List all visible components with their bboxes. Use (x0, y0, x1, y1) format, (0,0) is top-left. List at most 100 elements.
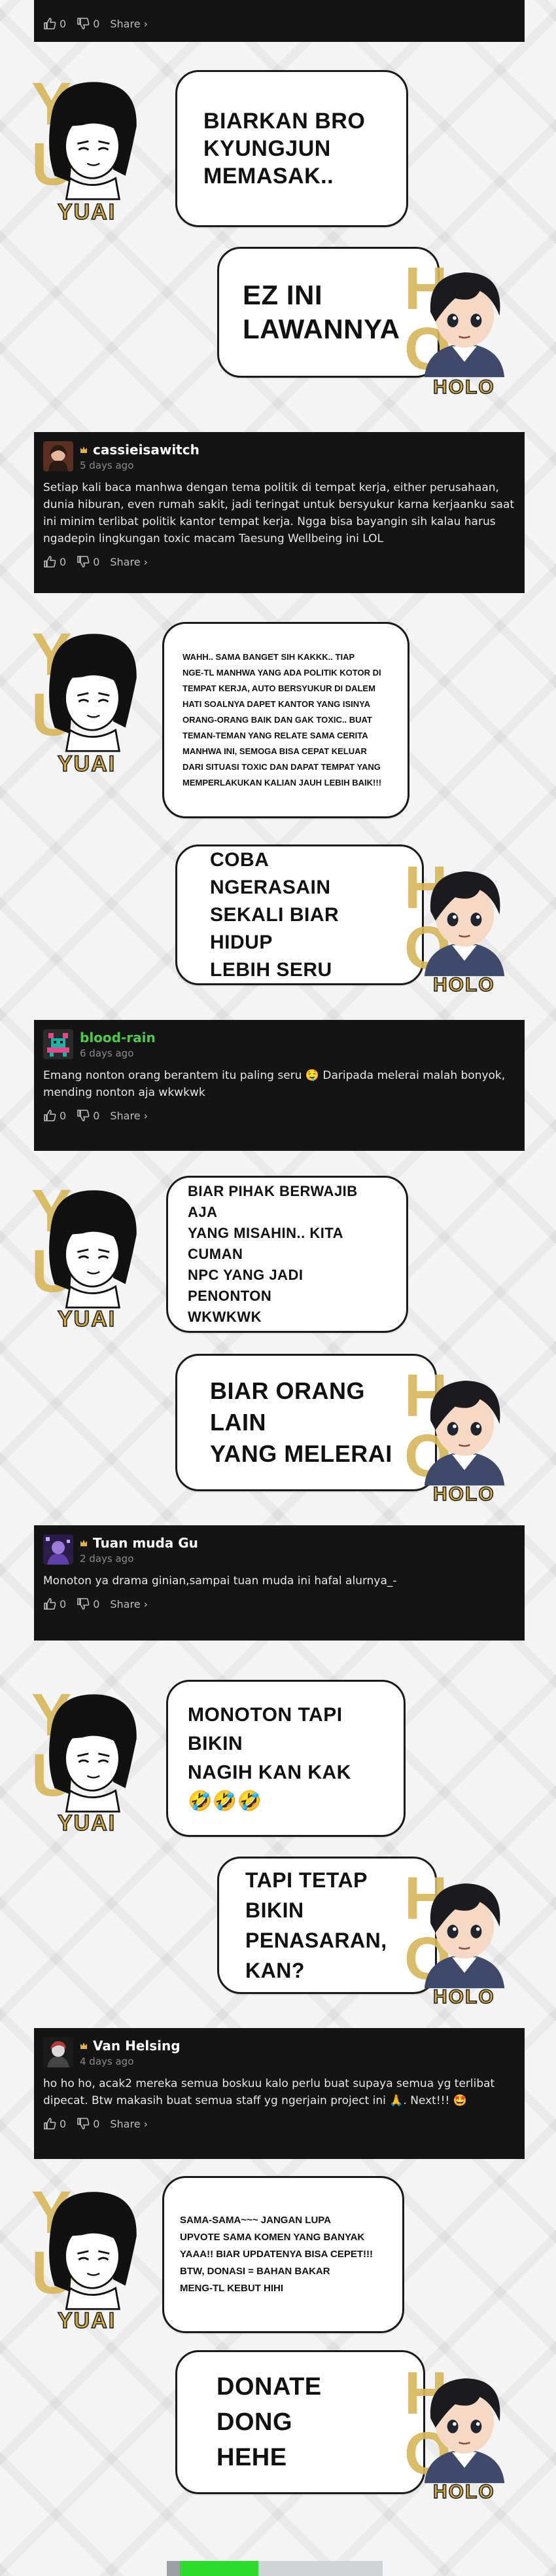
holo-logo: HOLO (432, 1986, 495, 2008)
comment-timestamp: 2 days ago (80, 1552, 134, 1565)
comment-card-partial: 0 0 Share › (34, 0, 525, 42)
speech-text: Tapi tetap bikin penasaran, kan? (245, 1868, 387, 1982)
dislike-button[interactable]: 0 (77, 555, 99, 568)
avatar[interactable] (43, 1534, 73, 1565)
holo-character (412, 2359, 517, 2484)
holo-character (412, 852, 517, 977)
comment-body: Setiap kali baca manhwa dengan tema poli… (43, 481, 515, 545)
yuai-logo: YUAI (57, 751, 116, 777)
avatar[interactable] (43, 441, 73, 471)
speech-bubble-yuai: Sama-sama~~~ jangan lupa upvote sama kom… (162, 2176, 404, 2333)
dislike-button[interactable]: 0 (77, 1109, 99, 1122)
crown-icon (80, 2041, 88, 2050)
like-button[interactable]: 0 (43, 1597, 66, 1610)
comment-card: cassieisawitch 5 days ago Setiap kali ba… (34, 432, 525, 593)
dislike-button[interactable]: 0 (77, 2117, 99, 2130)
comment-actions: 0 0 Share › (43, 555, 515, 568)
username[interactable]: blood-rain (80, 1030, 156, 1045)
like-button[interactable]: 0 (43, 2117, 66, 2130)
comment-body: Emang nonton orang berantem itu paling s… (43, 1069, 506, 1099)
banner-green-block (180, 2561, 258, 2576)
thumb-up-icon (43, 555, 56, 568)
thumb-down-icon (77, 17, 90, 30)
comment-card: blood-rain 6 days ago Emang nonton orang… (34, 1020, 525, 1151)
share-button[interactable]: Share › (110, 1110, 148, 1122)
comic-panel: YU YUAI Wahh.. sama banget sih kakkk.. t… (0, 615, 556, 996)
comment-actions: 0 0 Share › (43, 2117, 515, 2130)
speech-text: Monoton tapi bikin nagih kan kak 🤣🤣🤣 (188, 1704, 351, 1812)
yuai-character (39, 1689, 144, 1813)
share-button[interactable]: Share › (110, 556, 148, 568)
thumb-down-icon (77, 1597, 90, 1610)
yuai-logo: YUAI (57, 1306, 116, 1332)
holo-character (412, 1864, 517, 1989)
speech-bubble-holo: Biar orang lain yang melerai (175, 1354, 437, 1491)
holo-logo: HOLO (432, 376, 495, 399)
yuai-character (39, 1185, 144, 1309)
yuai-logo: YUAI (57, 199, 116, 225)
speech-text: Donate dong hehe (217, 2373, 322, 2471)
like-button[interactable]: 0 (43, 555, 66, 568)
comment-timestamp: 5 days ago (80, 459, 134, 471)
thumb-up-icon (43, 17, 56, 30)
comment-timestamp: 6 days ago (80, 1047, 134, 1059)
comment-card: Van Helsing 4 days ago ho ho ho, acak2 m… (34, 2028, 525, 2159)
comment-actions: 0 0 Share › (43, 1597, 515, 1610)
speech-text: EZ ini lawannya (243, 280, 400, 344)
comic-panel: YU YUAI Biarkan bro Kyungjun memasak.. E… (0, 62, 556, 403)
yuai-character (39, 628, 144, 753)
comment-card: Tuan muda Gu 2 days ago Monoton ya drama… (34, 1525, 525, 1641)
avatar[interactable] (43, 1029, 73, 1059)
dislike-button[interactable]: 0 (77, 1597, 99, 1610)
username[interactable]: Van Helsing (80, 2038, 181, 2054)
thumb-up-icon (43, 2117, 56, 2130)
speech-bubble-yuai: Biar pihak berwajib aja yang misahin.. k… (166, 1176, 408, 1333)
speech-bubble-holo: Coba ngerasain sekali biar hidup lebih s… (175, 844, 424, 985)
holo-logo: HOLO (432, 973, 495, 996)
bottom-banner-image (167, 2561, 383, 2576)
like-button[interactable]: 0 (43, 1109, 66, 1122)
comic-panel: YU YUAI Biar pihak berwajib aja yang mis… (0, 1172, 556, 1512)
yuai-logo: YUAI (57, 2308, 116, 2334)
share-button[interactable]: Share › (110, 18, 148, 30)
like-button[interactable]: 0 (43, 17, 66, 30)
thumb-down-icon (77, 555, 90, 568)
banner-gray-block (167, 2561, 180, 2576)
share-button[interactable]: Share › (110, 1598, 148, 1610)
yuai-character (39, 77, 144, 201)
speech-bubble-yuai: Monoton tapi bikin nagih kan kak 🤣🤣🤣 (166, 1680, 406, 1837)
thumb-down-icon (77, 1109, 90, 1122)
holo-logo: HOLO (432, 1483, 495, 1506)
speech-text: Biar pihak berwajib aja yang misahin.. k… (188, 1183, 358, 1325)
crown-icon (80, 445, 88, 454)
thumb-up-icon (43, 1597, 56, 1610)
speech-text: Coba ngerasain sekali biar hidup lebih s… (210, 848, 339, 981)
dislike-button[interactable]: 0 (77, 17, 99, 30)
share-button[interactable]: Share › (110, 2118, 148, 2130)
comic-panel: YU YUAI Monoton tapi bikin nagih kan kak… (0, 1676, 556, 2016)
comment-actions: 0 0 Share › (43, 1109, 515, 1122)
comic-panel: YU YUAI Sama-sama~~~ jangan lupa upvote … (0, 2173, 556, 2514)
holo-character (412, 253, 517, 378)
speech-text: Biarkan bro Kyungjun memasak.. (203, 109, 366, 189)
holo-logo: HOLO (432, 2480, 495, 2503)
thumb-up-icon (43, 1109, 56, 1122)
speech-bubble-yuai: Wahh.. sama banget sih kakkk.. tiap nge-… (162, 622, 409, 818)
comment-actions: 0 0 Share › (43, 17, 515, 30)
crown-icon (80, 1538, 88, 1548)
speech-bubble-yuai: Biarkan bro Kyungjun memasak.. (175, 70, 408, 227)
speech-bubble-holo: Donate dong hehe (175, 2350, 425, 2494)
username[interactable]: cassieisawitch (80, 442, 200, 458)
yuai-logo: YUAI (57, 1810, 116, 1836)
comment-body: Monoton ya drama ginian,sampai tuan muda… (43, 1574, 397, 1587)
comment-body: ho ho ho, acak2 mereka semua boskuu kalo… (43, 2077, 495, 2107)
username[interactable]: Tuan muda Gu (80, 1535, 198, 1551)
avatar[interactable] (43, 2037, 73, 2067)
yuai-character (39, 2186, 144, 2311)
holo-character (412, 1362, 517, 1486)
speech-text: Sama-sama~~~ jangan lupa upvote sama kom… (180, 2215, 374, 2294)
speech-text: Wahh.. sama banget sih kakkk.. tiap nge-… (182, 652, 382, 788)
comment-timestamp: 4 days ago (80, 2055, 134, 2067)
thumb-down-icon (77, 2117, 90, 2130)
speech-text: Biar orang lain yang melerai (210, 1377, 392, 1467)
